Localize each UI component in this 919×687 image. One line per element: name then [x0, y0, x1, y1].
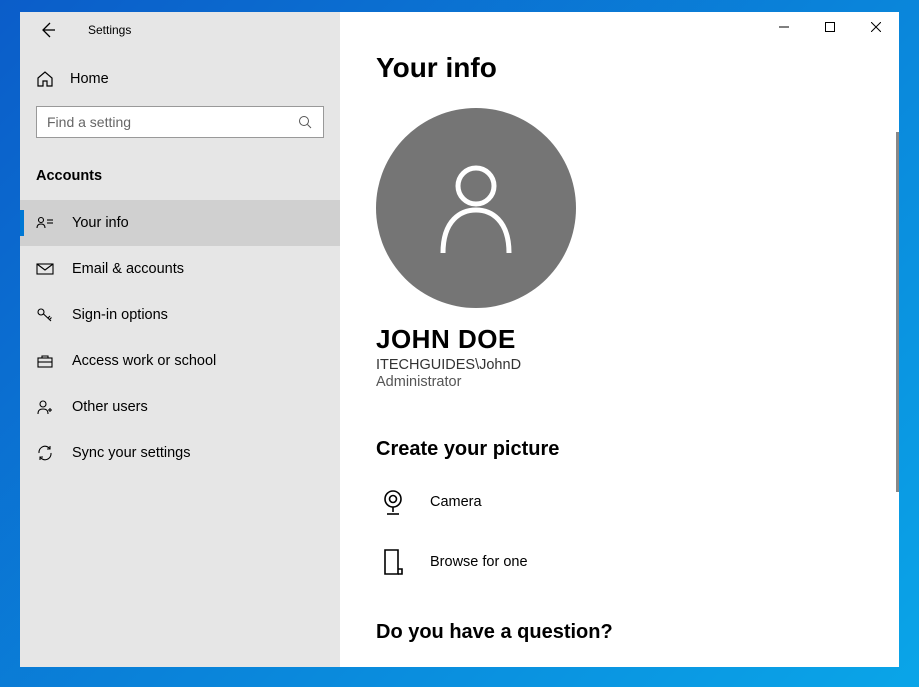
camera-label: Camera: [430, 494, 482, 510]
content-area: Your info JOHN DOE ITECHGUIDES\JohnD Adm…: [340, 12, 899, 667]
nav-label: Sync your settings: [72, 445, 190, 461]
avatar: [376, 108, 576, 308]
back-button[interactable]: [36, 18, 60, 42]
app-title: Settings: [88, 23, 131, 37]
user-name: JOHN DOE: [376, 324, 863, 355]
nav-label: Access work or school: [72, 353, 216, 369]
nav-email-accounts[interactable]: Email & accounts: [20, 246, 340, 292]
user-domain: ITECHGUIDES\JohnD: [376, 357, 863, 373]
camera-option[interactable]: Camera: [376, 485, 863, 519]
envelope-icon: [36, 260, 54, 278]
home-icon: [36, 70, 54, 88]
nav-access-work[interactable]: Access work or school: [20, 338, 340, 384]
browse-option[interactable]: Browse for one: [376, 545, 863, 579]
question-title: Do you have a question?: [376, 621, 863, 644]
search-box[interactable]: [36, 106, 324, 138]
sync-icon: [36, 444, 54, 462]
sidebar: Settings Home Accounts: [20, 12, 340, 667]
nav-label: Other users: [72, 399, 148, 415]
person-add-icon: [36, 398, 54, 416]
user-role: Administrator: [376, 374, 863, 390]
nav-label: Your info: [72, 215, 129, 231]
nav-signin-options[interactable]: Sign-in options: [20, 292, 340, 338]
scrollbar[interactable]: [896, 132, 899, 492]
page-title: Your info: [376, 52, 863, 84]
browse-label: Browse for one: [430, 554, 528, 570]
browse-icon: [376, 545, 410, 579]
home-nav[interactable]: Home: [36, 48, 324, 102]
nav-label: Email & accounts: [72, 261, 184, 277]
home-label: Home: [70, 71, 109, 87]
titlebar: Settings: [20, 12, 340, 48]
nav-list: Your info Email & accounts Sign-in optio…: [20, 200, 340, 476]
category-label: Accounts: [36, 138, 324, 200]
search-input[interactable]: [47, 114, 298, 130]
search-icon: [298, 115, 313, 130]
camera-icon: [376, 485, 410, 519]
nav-label: Sign-in options: [72, 307, 168, 323]
settings-window: Settings Home Accounts: [20, 12, 899, 667]
briefcase-icon: [36, 352, 54, 370]
nav-other-users[interactable]: Other users: [20, 384, 340, 430]
nav-your-info[interactable]: Your info: [20, 200, 340, 246]
nav-sync-settings[interactable]: Sync your settings: [20, 430, 340, 476]
person-card-icon: [36, 214, 54, 232]
create-picture-title: Create your picture: [376, 438, 863, 461]
key-icon: [36, 306, 54, 324]
